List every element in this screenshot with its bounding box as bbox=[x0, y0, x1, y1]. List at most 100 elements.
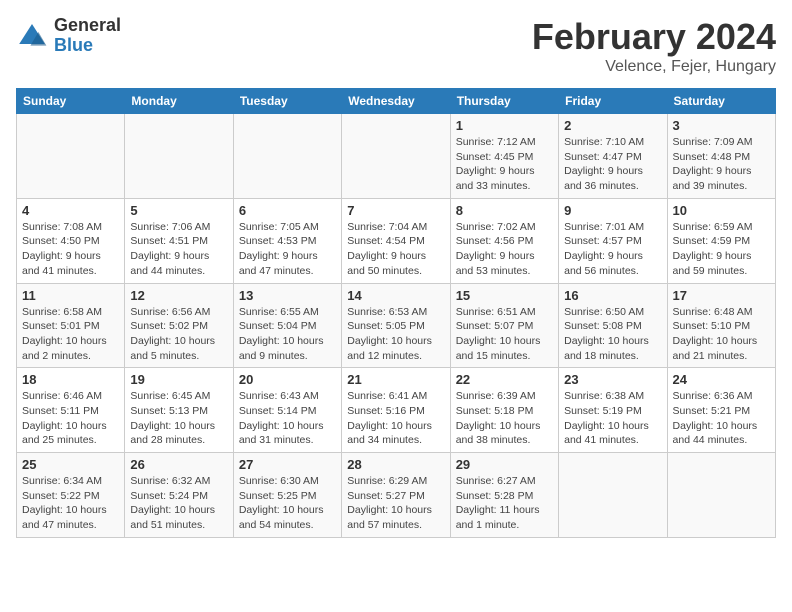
day-number: 19 bbox=[130, 372, 227, 387]
calendar-cell bbox=[559, 453, 667, 538]
weekday-header-row: SundayMondayTuesdayWednesdayThursdayFrid… bbox=[17, 89, 776, 114]
day-info: Sunrise: 7:12 AMSunset: 4:45 PMDaylight:… bbox=[456, 135, 553, 194]
calendar-cell: 7Sunrise: 7:04 AMSunset: 4:54 PMDaylight… bbox=[342, 198, 450, 283]
day-info: Sunrise: 6:32 AMSunset: 5:24 PMDaylight:… bbox=[130, 474, 227, 533]
day-number: 2 bbox=[564, 118, 661, 133]
calendar-cell: 16Sunrise: 6:50 AMSunset: 5:08 PMDayligh… bbox=[559, 283, 667, 368]
logo-text: General Blue bbox=[54, 16, 121, 56]
weekday-header-thursday: Thursday bbox=[450, 89, 558, 114]
day-info: Sunrise: 7:06 AMSunset: 4:51 PMDaylight:… bbox=[130, 220, 227, 279]
day-number: 23 bbox=[564, 372, 661, 387]
day-number: 5 bbox=[130, 203, 227, 218]
day-number: 20 bbox=[239, 372, 336, 387]
calendar-cell: 17 Sunrise: 6:48 AMSunset: 5:10 PMDayligh… bbox=[667, 283, 775, 368]
day-number: 28 bbox=[347, 457, 444, 472]
calendar-week-row: 18 Sunrise: 6:46 AMSunset: 5:11 PMDayligh… bbox=[17, 368, 776, 453]
day-info: Sunrise: 6:48 AMSunset: 5:10 PMDaylight:… bbox=[673, 305, 770, 364]
page-header: General Blue February 2024 Velence, Feje… bbox=[16, 16, 776, 76]
day-info: Sunrise: 6:39 AMSunset: 5:18 PMDaylight:… bbox=[456, 389, 553, 448]
day-number: 6 bbox=[239, 203, 336, 218]
day-info: Sunrise: 6:45 AMSunset: 5:13 PMDaylight:… bbox=[130, 389, 227, 448]
calendar-week-row: 25 Sunrise: 6:34 AMSunset: 5:22 PMDayligh… bbox=[17, 453, 776, 538]
calendar-cell: 6Sunrise: 7:05 AMSunset: 4:53 PMDaylight… bbox=[233, 198, 341, 283]
day-number: 14 bbox=[347, 288, 444, 303]
day-info: Sunrise: 6:41 AMSunset: 5:16 PMDaylight:… bbox=[347, 389, 444, 448]
day-info: Sunrise: 6:27 AMSunset: 5:28 PMDaylight:… bbox=[456, 474, 553, 533]
day-number: 9 bbox=[564, 203, 661, 218]
calendar-cell: 25 Sunrise: 6:34 AMSunset: 5:22 PMDayligh… bbox=[17, 453, 125, 538]
day-info: Sunrise: 6:29 AMSunset: 5:27 PMDaylight:… bbox=[347, 474, 444, 533]
day-info: Sunrise: 6:46 AMSunset: 5:11 PMDaylight:… bbox=[22, 389, 119, 448]
weekday-header-sunday: Sunday bbox=[17, 89, 125, 114]
day-number: 3 bbox=[673, 118, 770, 133]
day-number: 7 bbox=[347, 203, 444, 218]
day-number: 25 bbox=[22, 457, 119, 472]
day-info: Sunrise: 7:01 AMSunset: 4:57 PMDaylight:… bbox=[564, 220, 661, 279]
calendar-table: SundayMondayTuesdayWednesdayThursdayFrid… bbox=[16, 88, 776, 538]
day-number: 17 bbox=[673, 288, 770, 303]
calendar-cell: 12Sunrise: 6:56 AMSunset: 5:02 PMDayligh… bbox=[125, 283, 233, 368]
weekday-header-monday: Monday bbox=[125, 89, 233, 114]
calendar-cell: 10 Sunrise: 6:59 AMSunset: 4:59 PMDayligh… bbox=[667, 198, 775, 283]
day-info: Sunrise: 7:08 AMSunset: 4:50 PMDaylight:… bbox=[22, 220, 119, 279]
calendar-cell: 15Sunrise: 6:51 AMSunset: 5:07 PMDayligh… bbox=[450, 283, 558, 368]
calendar-cell: 13 Sunrise: 6:55 AMSunset: 5:04 PMDayligh… bbox=[233, 283, 341, 368]
day-info: Sunrise: 6:58 AMSunset: 5:01 PMDaylight:… bbox=[22, 305, 119, 364]
calendar-cell: 11 Sunrise: 6:58 AMSunset: 5:01 PMDayligh… bbox=[17, 283, 125, 368]
calendar-cell: 29 Sunrise: 6:27 AMSunset: 5:28 PMDayligh… bbox=[450, 453, 558, 538]
weekday-header-tuesday: Tuesday bbox=[233, 89, 341, 114]
calendar-cell: 2 Sunrise: 7:10 AMSunset: 4:47 PMDaylight… bbox=[559, 114, 667, 199]
day-number: 27 bbox=[239, 457, 336, 472]
day-info: Sunrise: 6:53 AMSunset: 5:05 PMDaylight:… bbox=[347, 305, 444, 364]
calendar-cell: 24Sunrise: 6:36 AMSunset: 5:21 PMDayligh… bbox=[667, 368, 775, 453]
calendar-cell bbox=[667, 453, 775, 538]
calendar-cell: 3 Sunrise: 7:09 AMSunset: 4:48 PMDaylight… bbox=[667, 114, 775, 199]
calendar-cell: 21 Sunrise: 6:41 AMSunset: 5:16 PMDayligh… bbox=[342, 368, 450, 453]
location-title: Velence, Fejer, Hungary bbox=[532, 58, 776, 76]
calendar-cell: 26 Sunrise: 6:32 AMSunset: 5:24 PMDayligh… bbox=[125, 453, 233, 538]
calendar-cell: 18 Sunrise: 6:46 AMSunset: 5:11 PMDayligh… bbox=[17, 368, 125, 453]
weekday-header-saturday: Saturday bbox=[667, 89, 775, 114]
calendar-cell: 28 Sunrise: 6:29 AMSunset: 5:27 PMDayligh… bbox=[342, 453, 450, 538]
day-info: Sunrise: 7:09 AMSunset: 4:48 PMDaylight:… bbox=[673, 135, 770, 194]
calendar-week-row: 1 Sunrise: 7:12 AMSunset: 4:45 PMDaylight… bbox=[17, 114, 776, 199]
day-info: Sunrise: 6:30 AMSunset: 5:25 PMDaylight:… bbox=[239, 474, 336, 533]
day-number: 24 bbox=[673, 372, 770, 387]
calendar-cell: 8Sunrise: 7:02 AMSunset: 4:56 PMDaylight… bbox=[450, 198, 558, 283]
title-block: February 2024 Velence, Fejer, Hungary bbox=[532, 16, 776, 76]
day-number: 22 bbox=[456, 372, 553, 387]
day-number: 29 bbox=[456, 457, 553, 472]
day-info: Sunrise: 6:55 AMSunset: 5:04 PMDaylight:… bbox=[239, 305, 336, 364]
calendar-week-row: 4 Sunrise: 7:08 AMSunset: 4:50 PMDaylight… bbox=[17, 198, 776, 283]
weekday-header-wednesday: Wednesday bbox=[342, 89, 450, 114]
day-number: 10 bbox=[673, 203, 770, 218]
calendar-cell bbox=[342, 114, 450, 199]
calendar-cell: 27 Sunrise: 6:30 AMSunset: 5:25 PMDayligh… bbox=[233, 453, 341, 538]
calendar-cell bbox=[125, 114, 233, 199]
day-info: Sunrise: 6:38 AMSunset: 5:19 PMDaylight:… bbox=[564, 389, 661, 448]
calendar-cell bbox=[17, 114, 125, 199]
day-info: Sunrise: 6:59 AMSunset: 4:59 PMDaylight:… bbox=[673, 220, 770, 279]
day-number: 21 bbox=[347, 372, 444, 387]
calendar-cell: 20Sunrise: 6:43 AMSunset: 5:14 PMDayligh… bbox=[233, 368, 341, 453]
calendar-cell: 4 Sunrise: 7:08 AMSunset: 4:50 PMDaylight… bbox=[17, 198, 125, 283]
day-number: 12 bbox=[130, 288, 227, 303]
day-number: 15 bbox=[456, 288, 553, 303]
day-number: 26 bbox=[130, 457, 227, 472]
logo: General Blue bbox=[16, 16, 121, 56]
calendar-cell: 9 Sunrise: 7:01 AMSunset: 4:57 PMDaylight… bbox=[559, 198, 667, 283]
day-number: 16 bbox=[564, 288, 661, 303]
month-title: February 2024 bbox=[532, 16, 776, 58]
day-number: 13 bbox=[239, 288, 336, 303]
day-number: 18 bbox=[22, 372, 119, 387]
calendar-week-row: 11 Sunrise: 6:58 AMSunset: 5:01 PMDayligh… bbox=[17, 283, 776, 368]
day-number: 11 bbox=[22, 288, 119, 303]
day-info: Sunrise: 6:34 AMSunset: 5:22 PMDaylight:… bbox=[22, 474, 119, 533]
logo-general: General bbox=[54, 16, 121, 36]
day-number: 8 bbox=[456, 203, 553, 218]
calendar-cell: 1 Sunrise: 7:12 AMSunset: 4:45 PMDaylight… bbox=[450, 114, 558, 199]
day-number: 1 bbox=[456, 118, 553, 133]
day-info: Sunrise: 7:10 AMSunset: 4:47 PMDaylight:… bbox=[564, 135, 661, 194]
day-number: 4 bbox=[22, 203, 119, 218]
logo-blue: Blue bbox=[54, 36, 121, 56]
